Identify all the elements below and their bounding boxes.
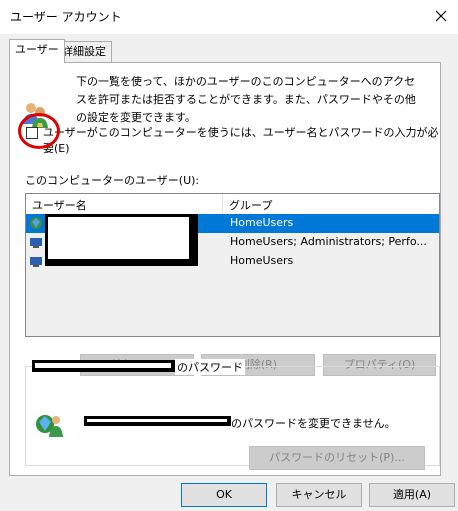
apply-button[interactable]: 適用(A)	[369, 483, 455, 507]
close-button[interactable]	[424, 0, 458, 32]
user-icon	[36, 415, 63, 437]
column-header-group[interactable]: グループ	[229, 197, 272, 213]
red-highlight-circle	[18, 113, 60, 149]
dialog-body: ユーザー 詳細設定 下の一覧を使って、ほかのユーザーのこのコンピューターへのアク…	[0, 34, 458, 511]
user-icon	[30, 257, 42, 267]
column-header-username[interactable]: ユーザー名	[32, 197, 87, 213]
user-icon	[30, 217, 42, 229]
redaction-box	[84, 416, 231, 426]
description-text: 下の一覧を使って、ほかのユーザーのこのコンピューターへのアクセスを許可または拒否…	[76, 75, 416, 124]
close-icon	[435, 10, 447, 22]
cancel-button[interactable]: キャンセル	[276, 483, 362, 507]
list-header: ユーザー名 グループ	[26, 194, 439, 215]
column-separator[interactable]	[222, 194, 223, 214]
users-tab-panel: 下の一覧を使って、ほかのユーザーのこのコンピューターへのアクセスを許可または拒否…	[9, 62, 441, 476]
redaction-box	[32, 360, 175, 372]
window-title: ユーザー アカウント	[10, 10, 122, 24]
redaction-box	[45, 214, 198, 266]
group-cell: HomeUsers; Administrators; Perfo...	[230, 235, 427, 248]
users-list[interactable]: ユーザー名 グループ HomeUsers HomeUsers; Administ…	[25, 193, 440, 337]
password-group-title: のパスワード	[175, 359, 245, 375]
group-cell: HomeUsers	[230, 216, 294, 229]
users-list-label: このコンピューターのユーザー(U):	[25, 174, 200, 187]
tab-users[interactable]: ユーザー	[9, 39, 65, 63]
reset-password-button[interactable]: パスワードのリセット(P)...	[249, 446, 425, 470]
require-login-label[interactable]: ユーザーがこのコンピューターを使うには、ユーザー名とパスワードの入力が必要(E)	[43, 124, 440, 156]
ok-button[interactable]: OK	[181, 483, 267, 507]
title-bar: ユーザー アカウント	[0, 0, 458, 34]
password-message: のパスワードを変更できません。	[231, 417, 396, 430]
user-icon	[30, 238, 42, 248]
group-cell: HomeUsers	[230, 254, 294, 267]
